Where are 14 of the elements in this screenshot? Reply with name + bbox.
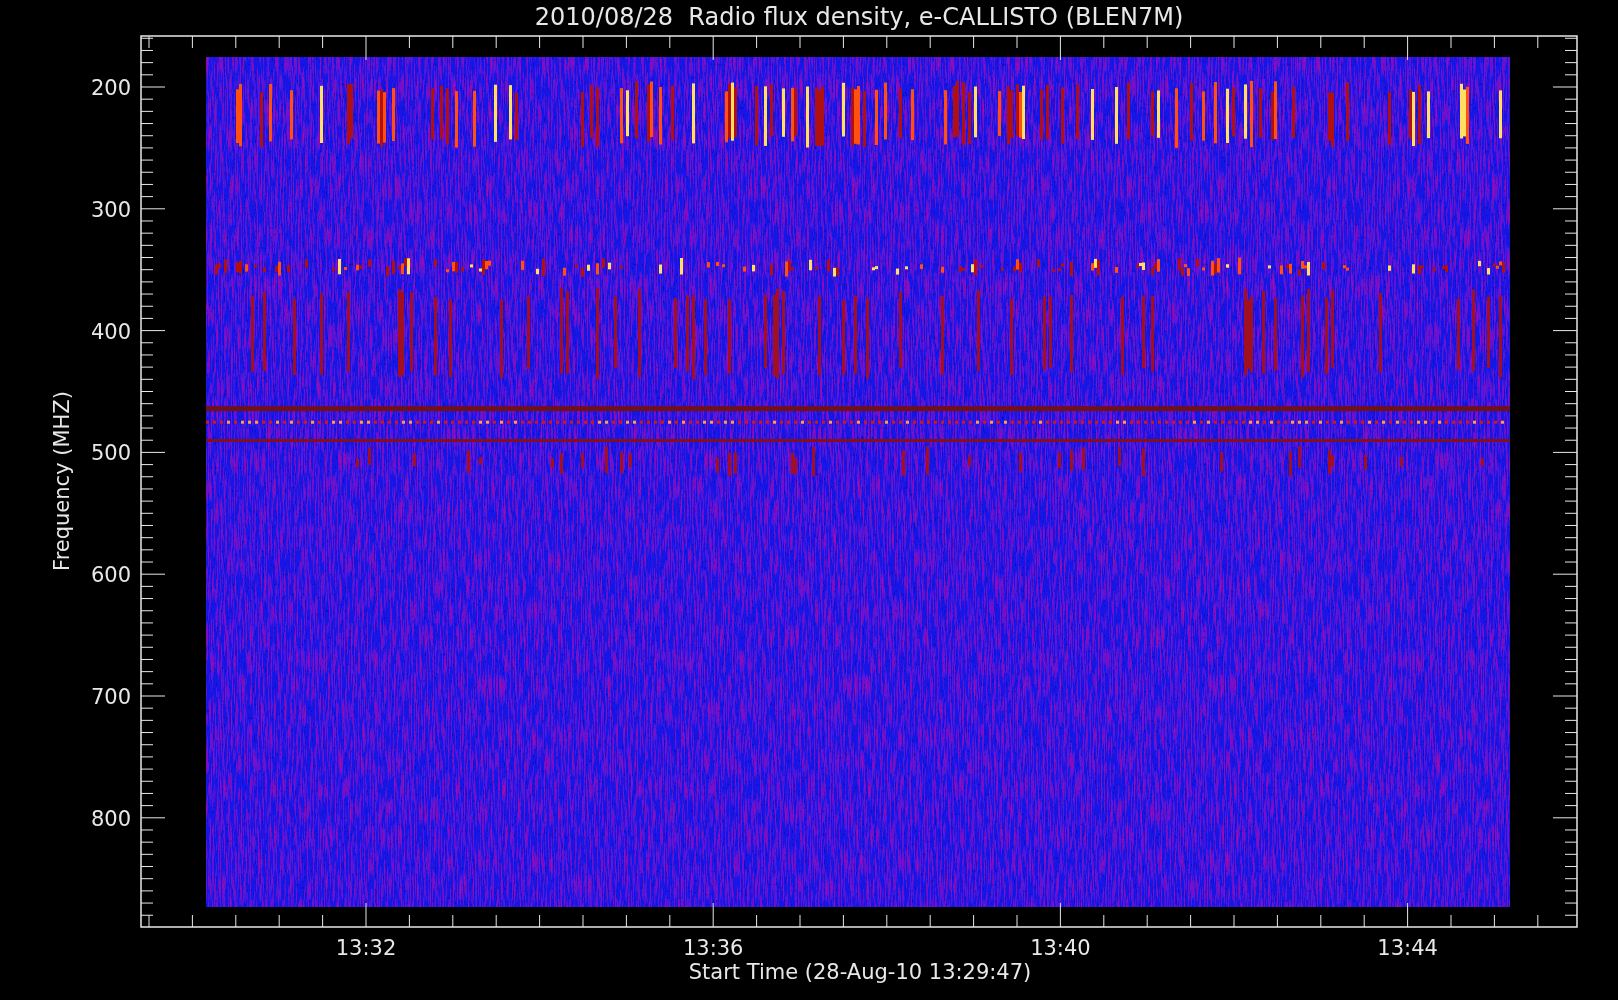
x-tick-label: 13:32 <box>335 936 397 960</box>
y-tick-label: 400 <box>90 319 131 344</box>
y-tick-label: 700 <box>90 685 131 709</box>
y-tick-label: 800 <box>90 806 131 831</box>
y-tick-label: 300 <box>90 197 131 222</box>
x-axis-label: Start Time (28-Aug-10 13:29:47) <box>688 960 1032 984</box>
x-tick-label: 13:40 <box>1030 936 1091 960</box>
x-tick-label: 13:44 <box>1377 936 1438 960</box>
y-tick-label: 500 <box>90 441 131 466</box>
x-tick-label: 13:36 <box>682 936 744 960</box>
y-tick-label: 200 <box>90 76 131 100</box>
y-axis-label: Frequency (MHZ) <box>50 391 74 571</box>
chart-title: 2010/08/28 Radio flux density, e-CALLISTO (BLEN7M) <box>534 3 1184 31</box>
y-tick-label: 600 <box>90 563 131 588</box>
